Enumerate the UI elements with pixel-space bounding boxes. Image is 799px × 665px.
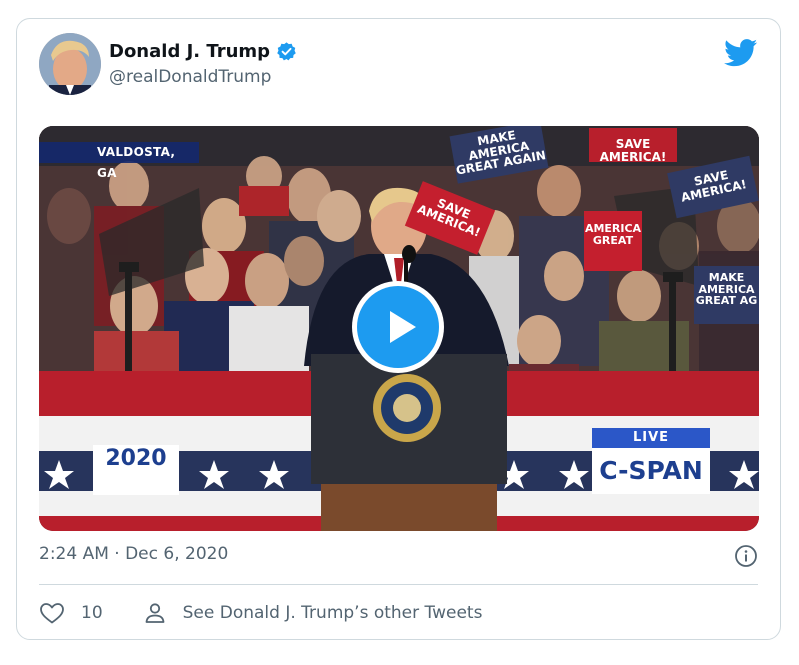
- avatar[interactable]: [39, 33, 101, 95]
- twitter-bird-icon[interactable]: [724, 39, 758, 67]
- verified-badge-icon: [277, 41, 296, 60]
- cspan-logo: C-SPAN: [592, 448, 710, 494]
- tweet-card[interactable]: Donald J. Trump @realDonaldTrump MAKE AM…: [16, 18, 781, 640]
- display-name[interactable]: Donald J. Trump: [109, 41, 270, 62]
- sign-save-america-top: SAVE AMERICA!: [589, 128, 677, 163]
- author-name-row[interactable]: Donald J. Trump: [109, 39, 297, 63]
- play-icon: [390, 311, 416, 343]
- other-tweets-link[interactable]: See Donald J. Trump’s other Tweets: [143, 601, 483, 625]
- avatar-image: [39, 33, 101, 95]
- play-button[interactable]: [352, 281, 444, 373]
- divider: [39, 584, 758, 585]
- author-handle[interactable]: @realDonaldTrump: [109, 67, 271, 87]
- like-count: 10: [81, 603, 103, 623]
- sign-america-great: AMERICA GREAT: [584, 211, 642, 271]
- info-icon[interactable]: [734, 544, 758, 568]
- sign-make-america-great-right: MAKE AMERICA GREAT AG: [694, 266, 759, 324]
- logo-2020: 2020: [93, 445, 179, 495]
- tweet-timestamp[interactable]: 2:24 AM · Dec 6, 2020: [39, 544, 228, 564]
- live-label: LIVE: [592, 428, 710, 448]
- like-button[interactable]: 10: [39, 601, 103, 625]
- other-tweets-label: See Donald J. Trump’s other Tweets: [182, 603, 483, 623]
- person-icon: [145, 603, 165, 623]
- video-player[interactable]: MAKE AMERICA GREAT AGAIN SAVE AMERICA! S…: [39, 126, 759, 531]
- heart-icon: [40, 603, 64, 624]
- tweet-actions: 10 See Donald J. Trump’s other Tweets: [39, 599, 482, 627]
- location-chyron: VALDOSTA, GA: [39, 142, 199, 180]
